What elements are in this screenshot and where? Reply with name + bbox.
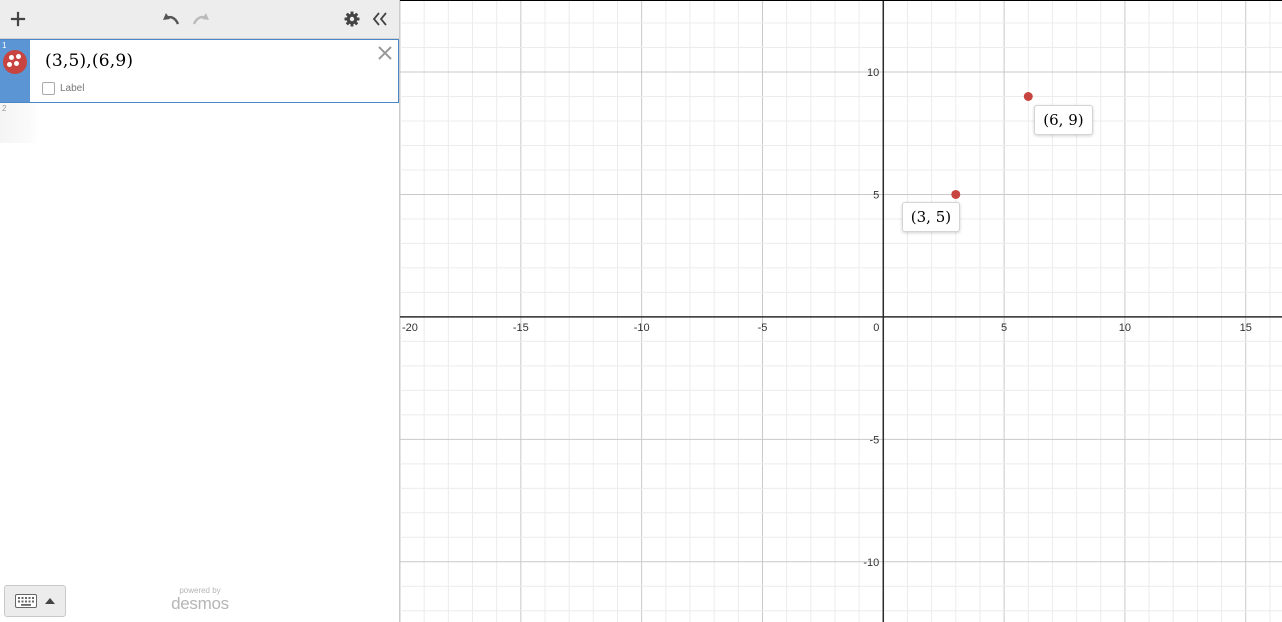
gear-icon bbox=[344, 11, 360, 27]
desmos-brand: desmos bbox=[171, 594, 229, 613]
powered-by-desmos-logo[interactable]: powered by desmos bbox=[168, 586, 232, 613]
expression-row[interactable]: 1 (3,5),(6,9) Label bbox=[0, 39, 399, 103]
keyboard-icon bbox=[15, 594, 37, 608]
y-tick-label: -10 bbox=[863, 557, 879, 569]
redo-button[interactable] bbox=[188, 7, 214, 31]
data-point bbox=[1023, 92, 1033, 102]
plus-icon bbox=[10, 11, 26, 27]
y-tick-label: 10 bbox=[867, 67, 879, 79]
expression-panel: 1 (3,5),(6,9) Label 2 powered by desmos bbox=[0, 0, 400, 622]
expression-index: 1 bbox=[2, 41, 7, 50]
x-tick-label: 5 bbox=[1001, 322, 1007, 334]
label-checkbox-text: Label bbox=[60, 83, 85, 94]
expression-row-empty[interactable]: 2 bbox=[0, 103, 399, 143]
expression-index: 2 bbox=[2, 104, 7, 113]
undo-button[interactable] bbox=[158, 7, 184, 31]
delete-expression-button[interactable] bbox=[374, 42, 396, 64]
x-tick-label: 15 bbox=[1240, 322, 1252, 334]
x-tick-label: -5 bbox=[758, 322, 768, 334]
y-tick-label: 5 bbox=[873, 189, 879, 201]
add-expression-button[interactable] bbox=[5, 7, 31, 31]
x-tick-label: 10 bbox=[1119, 322, 1131, 334]
caret-up-icon bbox=[45, 598, 55, 604]
settings-button[interactable] bbox=[339, 7, 365, 31]
keypad-toggle-button[interactable] bbox=[4, 585, 66, 617]
x-tick-label: 0 bbox=[873, 322, 879, 334]
expression-input[interactable]: (3,5),(6,9) bbox=[45, 51, 133, 71]
point-style-icon[interactable] bbox=[3, 50, 27, 74]
expression-tab: 2 bbox=[0, 103, 40, 143]
y-tick-label: -5 bbox=[870, 434, 880, 446]
point-label[interactable]: (3, 5) bbox=[901, 202, 961, 233]
graph-canvas[interactable]: -20 -15 -10 -5 0 5 10 15 -10 -5 5 10 bbox=[400, 1, 1282, 622]
close-icon bbox=[378, 46, 392, 60]
collapse-panel-button[interactable] bbox=[367, 7, 393, 31]
x-tick-label: -20 bbox=[402, 322, 418, 334]
double-chevron-left-icon bbox=[372, 12, 387, 26]
expression-tab: 1 bbox=[0, 40, 30, 102]
redo-icon bbox=[192, 13, 209, 25]
undo-icon bbox=[163, 13, 180, 25]
label-option: Label bbox=[42, 82, 84, 95]
expression-list: 1 (3,5),(6,9) Label 2 bbox=[0, 39, 399, 143]
x-tick-label: -10 bbox=[634, 322, 650, 334]
data-point bbox=[951, 189, 961, 199]
x-tick-label: -15 bbox=[513, 322, 529, 334]
graph-paper[interactable]: -20 -15 -10 -5 0 5 10 15 -10 -5 5 10 (3, 5) (6, 9) bbox=[400, 0, 1282, 622]
expression-toolbar bbox=[0, 0, 399, 39]
label-checkbox[interactable] bbox=[42, 82, 55, 95]
point-label[interactable]: (6, 9) bbox=[1034, 104, 1093, 135]
